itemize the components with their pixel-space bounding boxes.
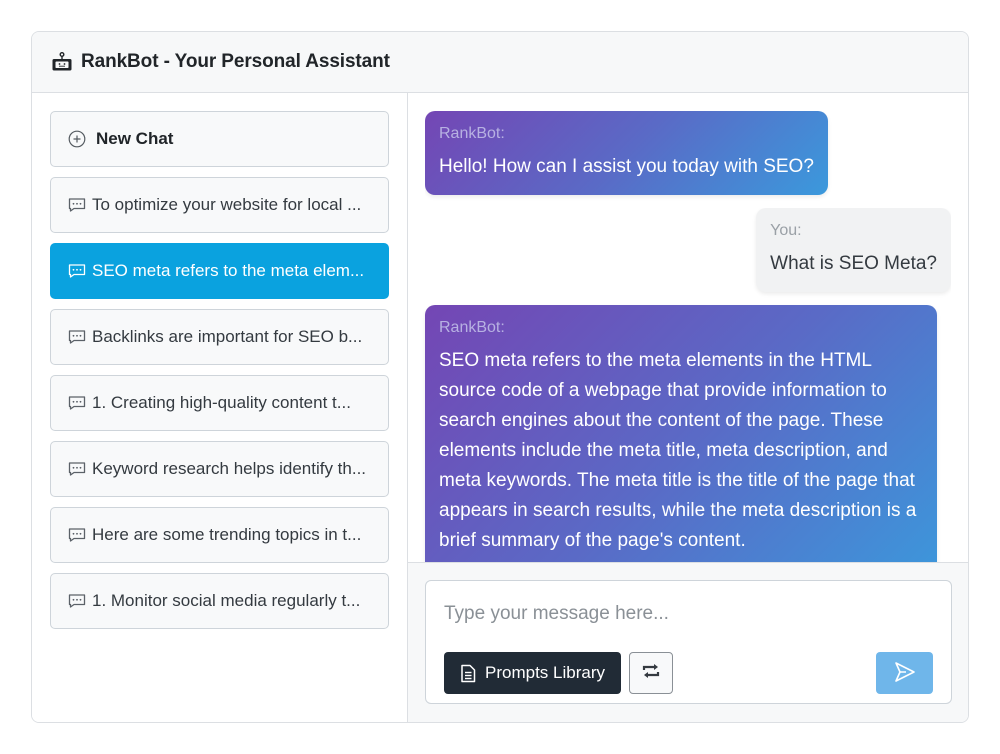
new-chat-button[interactable]: New Chat [50,111,389,167]
chat-history-label: 1. Creating high-quality content t... [92,393,351,412]
new-chat-label: New Chat [96,129,174,148]
message-text: SEO meta refers to the meta elements in … [439,350,917,551]
message-list[interactable]: RankBot: Hello! How can I assist you tod… [408,93,968,563]
chat-history-sidebar: New Chat To optimize your website for lo… [32,93,408,722]
chat-history-label: 1. Monitor social media regularly t... [92,591,361,610]
card-header: RankBot - Your Personal Assistant [32,32,968,93]
chat-history-label: Keyword research helps identify th... [92,459,367,478]
chat-history-item[interactable]: To optimize your website for local ... [50,177,389,233]
repeat-icon [641,662,661,685]
chat-icon [68,395,86,411]
chat-icon [68,197,86,213]
chat-history-item[interactable]: SEO meta refers to the meta elem... [50,243,389,299]
chat-card: RankBot - Your Personal Assistant New Ch… [31,31,969,723]
plus-circle-icon [68,130,86,148]
message-composer: Prompts Library [425,580,952,704]
chat-icon [68,329,86,345]
chat-icon [68,527,86,543]
message-sender: You: [770,222,802,239]
user-message: You: What is SEO Meta? [756,208,951,292]
chat-history-item[interactable]: Here are some trending topics in t... [50,507,389,563]
document-icon [460,664,476,683]
swap-button[interactable] [629,652,673,694]
chat-history-label: Here are some trending topics in t... [92,525,362,544]
bot-icon [51,52,73,72]
chat-history-item[interactable]: 1. Monitor social media regularly t... [50,573,389,629]
chat-history-item[interactable]: Backlinks are important for SEO b... [50,309,389,365]
chat-icon [68,593,86,609]
prompts-library-label: Prompts Library [485,663,605,682]
send-button[interactable] [876,652,933,694]
chat-icon [68,461,86,477]
chat-history-label: SEO meta refers to the meta elem... [92,261,365,280]
app-title: RankBot - Your Personal Assistant [81,51,390,72]
chat-icon [68,263,86,279]
prompts-library-button[interactable]: Prompts Library [444,652,621,694]
message-text: Hello! How can I assist you today with S… [439,156,814,177]
chat-main: RankBot: Hello! How can I assist you tod… [408,93,968,722]
chat-history-item[interactable]: Keyword research helps identify th... [50,441,389,497]
bot-message: RankBot: Hello! How can I assist you tod… [425,111,828,195]
bot-message: RankBot: SEO meta refers to the meta ele… [425,305,937,562]
chat-history-label: To optimize your website for local ... [92,195,362,214]
send-icon [893,661,917,686]
message-input[interactable] [444,599,924,629]
chat-history-label: Backlinks are important for SEO b... [92,327,363,346]
message-text: What is SEO Meta? [770,253,937,274]
chat-history-list: To optimize your website for local ... SE… [50,177,389,629]
message-sender: RankBot: [439,319,505,336]
message-sender: RankBot: [439,125,505,142]
chat-history-item[interactable]: 1. Creating high-quality content t... [50,375,389,431]
